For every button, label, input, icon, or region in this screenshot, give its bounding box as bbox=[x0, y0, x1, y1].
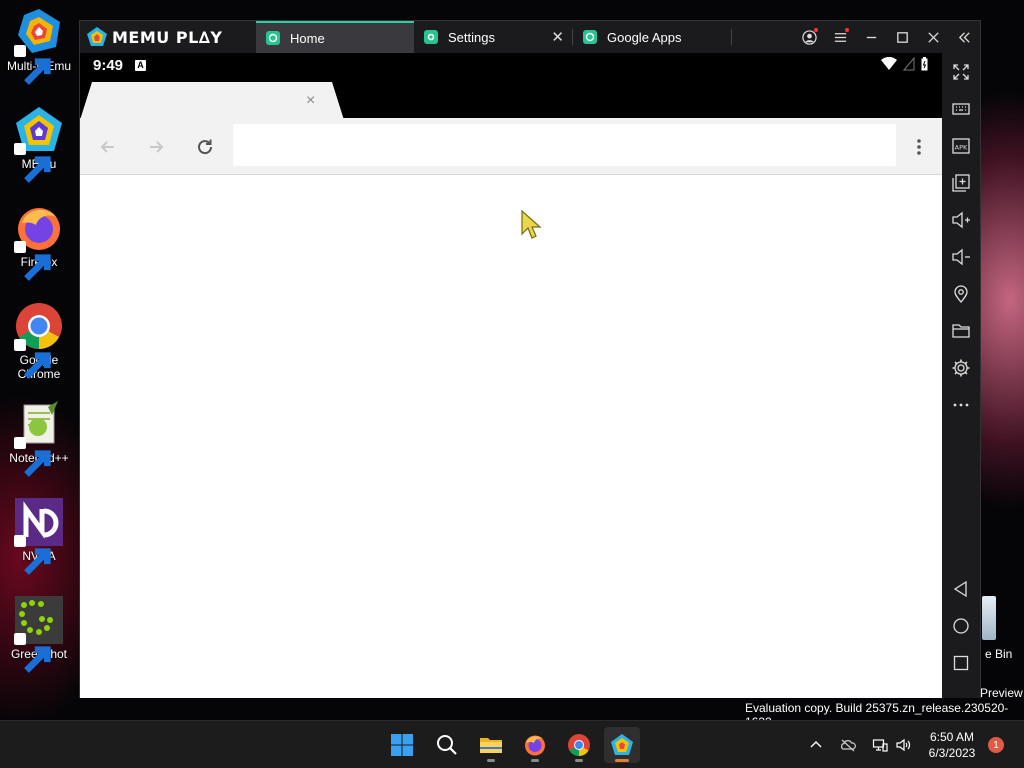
running-indicator bbox=[575, 759, 583, 762]
desktop-icon-greenshot[interactable]: Greenshot bbox=[2, 595, 76, 673]
clock-time: 6:50 AM bbox=[929, 730, 975, 744]
menu-icon[interactable] bbox=[825, 21, 856, 53]
notification-badge[interactable]: 1 bbox=[988, 737, 1004, 753]
svg-text:APK: APK bbox=[955, 144, 968, 152]
tab-settings[interactable]: Settings ✕ bbox=[414, 21, 572, 53]
settings-icon[interactable] bbox=[951, 358, 971, 378]
android-icon bbox=[266, 31, 280, 45]
notepadpp-icon bbox=[14, 399, 64, 477]
running-indicator bbox=[531, 759, 539, 762]
recycle-bin-label: e Bin bbox=[985, 647, 1013, 661]
browser-tab-strip: × bbox=[80, 77, 942, 120]
gear-icon bbox=[424, 30, 438, 44]
taskbar: 6:50 AM 6/3/2023 1 bbox=[0, 720, 1024, 768]
status-indicators bbox=[881, 57, 928, 71]
location-icon[interactable] bbox=[951, 284, 971, 304]
memu-icon bbox=[14, 105, 64, 183]
wifi-icon bbox=[881, 57, 897, 70]
reload-icon[interactable] bbox=[193, 135, 217, 159]
volume-up-icon[interactable] bbox=[951, 210, 971, 230]
status-badge: A bbox=[135, 59, 147, 71]
memu-sidebar: APK bbox=[942, 53, 980, 698]
more-icon[interactable] bbox=[951, 395, 971, 415]
folder-icon[interactable] bbox=[951, 321, 971, 341]
collapse-sidebar-icon[interactable] bbox=[949, 21, 980, 53]
onedrive-offline-icon[interactable] bbox=[838, 735, 858, 755]
firefox-taskbar-icon[interactable] bbox=[517, 727, 553, 763]
desktop-icon-chrome[interactable]: Google Chrome bbox=[2, 301, 76, 381]
browser-tab[interactable]: × bbox=[80, 82, 344, 120]
desktop-icon-firefox[interactable]: Firefox bbox=[2, 203, 76, 281]
running-indicator bbox=[487, 759, 495, 762]
recents-icon[interactable] bbox=[951, 653, 971, 673]
window-controls bbox=[794, 21, 980, 53]
recycle-bin-icon[interactable] bbox=[982, 596, 996, 640]
memu-logo-icon bbox=[87, 27, 107, 46]
close-icon[interactable] bbox=[918, 21, 949, 53]
tab-label: Settings bbox=[448, 29, 495, 45]
greenshot-icon bbox=[14, 595, 64, 673]
chevron-up-icon[interactable] bbox=[806, 735, 826, 755]
android-status-bar: 9:49 A bbox=[80, 53, 942, 77]
maximize-icon[interactable] bbox=[887, 21, 918, 53]
firefox-icon bbox=[14, 203, 64, 281]
tab-label: Google Apps bbox=[607, 29, 682, 45]
back-arrow-icon[interactable] bbox=[96, 135, 120, 159]
close-tab-icon[interactable]: × bbox=[306, 92, 315, 110]
volume-icon[interactable] bbox=[894, 735, 914, 755]
memu-titlebar: MEMU PL∆Y Home Settings ✕ Google Apps bbox=[80, 21, 980, 53]
memu-window: MEMU PL∆Y Home Settings ✕ Google Apps 9:… bbox=[79, 20, 981, 698]
running-indicator bbox=[615, 759, 629, 762]
desktop-icon-notepadpp[interactable]: Notepad++ bbox=[2, 399, 76, 477]
nvda-icon bbox=[14, 497, 64, 575]
multi-memu-icon bbox=[14, 7, 64, 85]
desktop-icon-memu[interactable]: MEmu bbox=[2, 105, 76, 183]
more-options-icon[interactable] bbox=[907, 135, 931, 159]
file-explorer-icon[interactable] bbox=[473, 727, 509, 763]
search-icon[interactable] bbox=[429, 727, 465, 763]
browser-toolbar bbox=[80, 118, 942, 175]
clock[interactable]: 6:50 AM 6/3/2023 bbox=[924, 729, 980, 761]
mouse-cursor-icon bbox=[521, 210, 542, 239]
address-bar-input[interactable] bbox=[233, 124, 896, 166]
memu-taskbar-icon[interactable] bbox=[604, 727, 640, 763]
signal-icon bbox=[903, 57, 915, 71]
forward-arrow-icon[interactable] bbox=[144, 135, 168, 159]
close-tab-icon[interactable]: ✕ bbox=[551, 28, 564, 46]
android-screen[interactable]: 9:49 A × bbox=[80, 53, 942, 698]
home-icon[interactable] bbox=[951, 616, 971, 636]
tab-google-apps[interactable]: Google Apps bbox=[573, 21, 731, 53]
minimize-icon[interactable] bbox=[856, 21, 887, 53]
account-icon[interactable] bbox=[794, 21, 825, 53]
volume-down-icon[interactable] bbox=[951, 247, 971, 267]
tab-home[interactable]: Home bbox=[256, 21, 414, 53]
tab-separator bbox=[731, 29, 732, 45]
desktop-icon-multi-memu[interactable]: Multi-MEmu bbox=[2, 7, 76, 85]
chrome-icon bbox=[14, 301, 64, 379]
windows-start-icon[interactable] bbox=[384, 727, 420, 763]
apk-icon[interactable]: APK bbox=[951, 136, 971, 156]
memu-brand: MEMU PL∆Y bbox=[80, 21, 256, 53]
add-window-icon[interactable] bbox=[951, 173, 971, 193]
network-icon[interactable] bbox=[870, 735, 890, 755]
desktop-icon-nvda[interactable]: NVDA bbox=[2, 497, 76, 575]
preview-watermark: Preview bbox=[980, 686, 1023, 700]
memu-brand-text: MEMU PL∆Y bbox=[112, 27, 223, 47]
android-icon bbox=[583, 30, 597, 44]
back-icon[interactable] bbox=[951, 579, 971, 599]
fullscreen-icon[interactable] bbox=[951, 62, 971, 82]
tab-label: Home bbox=[290, 30, 325, 46]
battery-icon bbox=[921, 57, 928, 71]
chrome-taskbar-icon[interactable] bbox=[561, 727, 597, 763]
keyboard-icon[interactable] bbox=[951, 99, 971, 119]
clock-date: 6/3/2023 bbox=[928, 746, 976, 760]
evaluation-watermark: Evaluation copy. Build 25375.zn_release.… bbox=[745, 701, 1009, 720]
status-clock: 9:49 bbox=[93, 56, 124, 74]
